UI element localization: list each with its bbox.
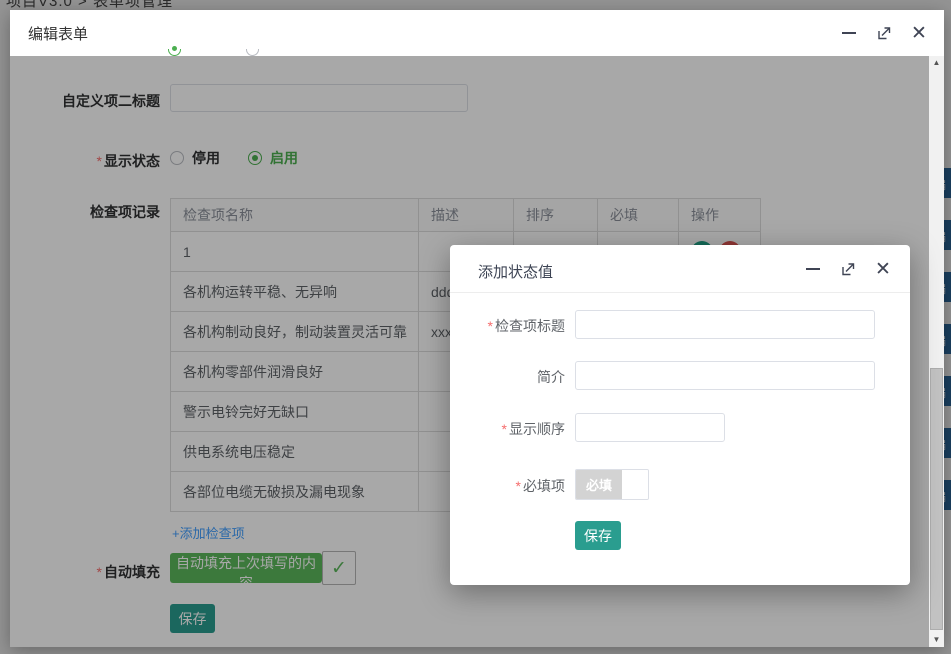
add-status-modal-header: 添加状态值 ✕ (450, 245, 910, 293)
maximize-icon[interactable] (837, 258, 859, 280)
minimize-icon[interactable] (838, 22, 860, 44)
close-icon[interactable]: ✕ (908, 22, 930, 44)
close-icon[interactable]: ✕ (872, 258, 894, 280)
window-controls: ✕ (802, 245, 894, 293)
check-item-title-input[interactable] (575, 310, 875, 339)
maximize-icon[interactable] (873, 22, 895, 44)
intro-input[interactable] (575, 361, 875, 390)
required-item-label: *必填项 (450, 476, 565, 496)
check-item-title-label: *检查项标题 (450, 316, 565, 336)
required-asterisk: * (488, 318, 493, 334)
edit-form-modal-header: 编辑表单 ✕ (10, 10, 944, 56)
modal-scrollbar[interactable]: ▲ ▼ (929, 56, 944, 647)
scrollbar-thumb[interactable] (930, 368, 943, 630)
display-order-label: *显示顺序 (450, 419, 565, 439)
edit-form-modal-title: 编辑表单 (28, 23, 88, 44)
scrollbar-down-icon[interactable]: ▼ (929, 633, 944, 647)
intro-label: 简介 (450, 367, 565, 387)
scrollbar-up-icon[interactable]: ▲ (929, 56, 944, 70)
required-toggle[interactable]: 必填 (575, 469, 649, 500)
add-status-modal-title: 添加状态值 (478, 261, 553, 282)
toggle-label: 必填 (576, 470, 622, 499)
required-asterisk: * (502, 421, 507, 437)
add-status-modal: 添加状态值 ✕ *检查项标题 简介 *显示顺序 *必填项 必填 保存 (450, 245, 910, 585)
display-order-input[interactable] (575, 413, 725, 442)
save-status-button[interactable]: 保存 (575, 521, 621, 550)
required-asterisk: * (516, 478, 521, 494)
minimize-icon[interactable] (802, 258, 824, 280)
toggle-knob-icon (622, 470, 648, 499)
window-controls: ✕ (838, 10, 930, 56)
